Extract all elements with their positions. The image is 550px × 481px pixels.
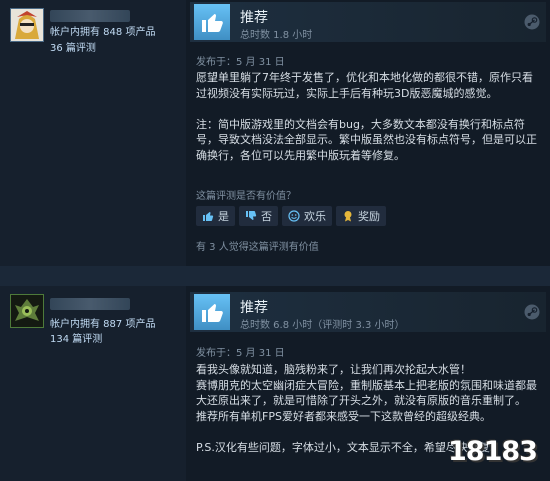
avatar[interactable]	[10, 294, 44, 328]
review-separator	[0, 266, 550, 286]
vote-header[interactable]: 推荐 总时数 6.8 小时（评测时 3.3 小时）	[190, 292, 546, 332]
thumb-down-small-icon	[246, 211, 257, 220]
avatar[interactable]	[10, 8, 44, 42]
watermark-text: 18183	[448, 436, 538, 467]
products-owned[interactable]: 帐户内拥有 887 项产品	[50, 315, 155, 330]
review-content: 推荐 总时数 1.8 小时 发布于：5 月 31 日 愿望单里躺了7年终于发售了…	[186, 0, 550, 266]
products-owned[interactable]: 帐户内拥有 848 项产品	[50, 23, 155, 38]
award-icon	[344, 211, 352, 222]
award-label: 奖励	[358, 210, 380, 223]
review-card: 帐户内拥有 848 项产品 36 篇评测 推荐 总时数 1.8 小时 发布于：5…	[0, 0, 550, 266]
thumbs-up-icon	[194, 294, 230, 330]
verdict-label: 推荐	[240, 10, 268, 26]
found-helpful-count: 有 3 人觉得这篇评测有价值	[196, 242, 319, 253]
author-name[interactable]	[50, 10, 130, 22]
vote-no-button[interactable]: 否	[239, 206, 278, 226]
vote-funny-label: 欢乐	[304, 210, 326, 223]
vote-buttons: 是 否 欢乐 奖励	[196, 206, 386, 226]
vote-funny-button[interactable]: 欢乐	[282, 206, 332, 226]
site-watermark-logo: 18183	[448, 432, 544, 476]
review-body: 愿望单里躺了7年终于发售了，优化和本地化做的都很不错，原作只看过视频没有实际玩过…	[196, 71, 537, 162]
steam-icon	[524, 304, 540, 320]
posted-date: 发布于：5 月 31 日	[196, 348, 285, 359]
smile-icon	[288, 210, 300, 222]
playtime: 总时数 1.8 小时	[240, 30, 313, 41]
verdict-label: 推荐	[240, 300, 268, 316]
playtime: 总时数 6.8 小时（评测时 3.3 小时）	[240, 320, 405, 331]
reviews-count[interactable]: 134 篇评测	[50, 330, 102, 345]
posted-date: 发布于：5 月 31 日	[196, 57, 285, 68]
thumb-up-small-icon	[203, 212, 214, 221]
thumbs-up-icon	[194, 4, 230, 40]
steam-icon	[524, 14, 540, 30]
author-name[interactable]	[50, 298, 130, 310]
vote-yes-label: 是	[218, 210, 229, 223]
helpful-question: 这篇评测是否有价值？	[196, 191, 296, 202]
vote-yes-button[interactable]: 是	[196, 206, 235, 226]
vote-no-label: 否	[261, 210, 272, 223]
vote-header[interactable]: 推荐 总时数 1.8 小时	[190, 2, 546, 42]
reviews-count[interactable]: 36 篇评测	[50, 39, 96, 54]
award-button[interactable]: 奖励	[336, 206, 386, 226]
